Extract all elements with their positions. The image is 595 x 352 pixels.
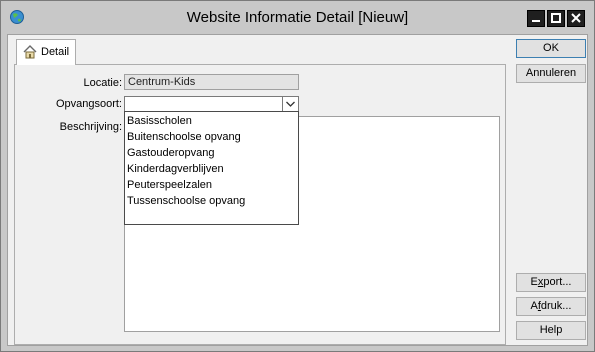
locatie-label: Locatie: — [83, 77, 122, 89]
client-area: Detail Locatie: Centrum-Kids Opvangsoort… — [7, 34, 588, 346]
dropdown-option[interactable]: Basisscholen — [125, 113, 298, 129]
window-title: Website Informatie Detail [Nieuw] — [186, 9, 409, 26]
opvangsoort-combobox[interactable] — [124, 96, 299, 112]
chevron-down-icon[interactable] — [282, 97, 298, 111]
maximize-button[interactable] — [547, 10, 565, 27]
tab-detail[interactable]: Detail — [16, 39, 76, 65]
opvangsoort-dropdown-list: Basisscholen Buitenschoolse opvang Gasto… — [124, 111, 299, 225]
beschrijving-label: Beschrijving: — [59, 121, 122, 133]
annuleren-button[interactable]: Annuleren — [516, 64, 586, 83]
minimize-button[interactable] — [527, 10, 545, 27]
close-button[interactable] — [567, 10, 585, 27]
dialog-window: Website Informatie Detail [Nieuw] Detail… — [0, 0, 595, 352]
dropdown-option[interactable]: Buitenschoolse opvang — [125, 129, 298, 145]
ok-button[interactable]: OK — [516, 39, 586, 58]
opvangsoort-label: Opvangsoort: — [55, 98, 122, 110]
dropdown-option[interactable]: Peuterspeelzalen — [125, 177, 298, 193]
tab-label: Detail — [41, 46, 70, 58]
export-label-post: port... — [543, 276, 572, 288]
afdruk-label-pre: A — [530, 300, 538, 312]
house-icon — [22, 44, 38, 60]
export-button[interactable]: Export... — [516, 273, 586, 292]
dropdown-option[interactable]: Gastouderopvang — [125, 145, 298, 161]
afdruk-button[interactable]: Afdruk... — [516, 297, 586, 316]
export-label-pre: E — [530, 276, 538, 288]
help-button[interactable]: Help — [516, 321, 586, 340]
dropdown-option[interactable]: Kinderdagverblijven — [125, 161, 298, 177]
locatie-field: Centrum-Kids — [124, 74, 299, 90]
title-bar[interactable]: Website Informatie Detail [Nieuw] — [1, 1, 594, 34]
dropdown-option[interactable]: Tussenschoolse opvang — [125, 193, 298, 209]
afdruk-label-post: druk... — [540, 300, 572, 312]
